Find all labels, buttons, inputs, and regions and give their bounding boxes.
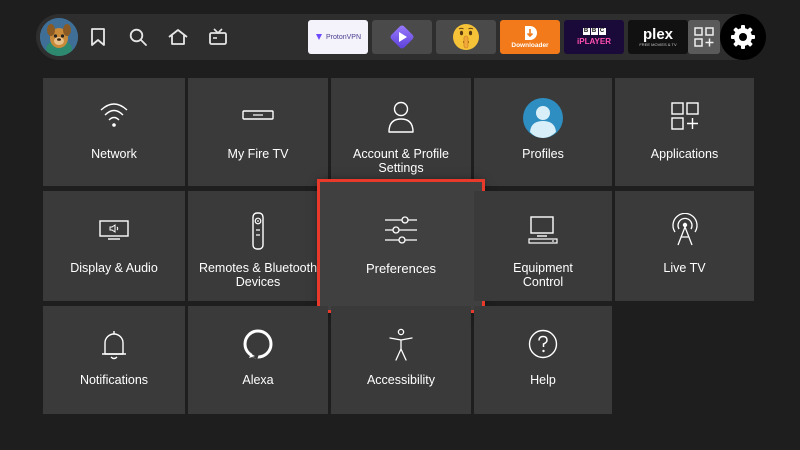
tile-label: Alexa [242,373,274,387]
tile-label: Preferences [365,261,437,276]
fire-tv-settings-screen: ProtonVPN Downloader B B C iPLAYER plex … [0,0,800,450]
tile-notifications[interactable]: Notifications [43,306,185,414]
app-library-tile[interactable] [688,20,720,54]
bell-icon [43,328,185,362]
tile-accessibility[interactable]: Accessibility [331,306,471,414]
display-audio-icon [43,219,185,241]
tile-label: My Fire TV [227,147,289,161]
tile-label-line-1: Equipment [513,261,573,275]
tile-applications[interactable]: Applications [615,78,754,186]
tile-label: Equipment Control [478,261,608,289]
downloader-icon [525,26,537,40]
help-question-icon [474,328,612,360]
sliders-icon [320,215,482,245]
tile-label-line-1: Remotes & Bluetooth [198,261,318,275]
shushing-face-icon [453,24,479,50]
tile-profiles[interactable]: Profiles [474,78,612,186]
fire-tv-device-icon [188,108,328,122]
play-diamond-icon [390,25,414,49]
alexa-icon [188,328,328,360]
tile-remotes-bluetooth-devices[interactable]: Remotes & Bluetooth Devices [188,191,328,301]
antenna-icon [615,213,754,247]
gear-icon [731,25,755,49]
app-library-icon [694,27,714,47]
bookmark-icon[interactable] [86,25,110,49]
downloader-label: Downloader [511,42,549,49]
tile-label-line-2: Settings [378,161,424,175]
tile-label: Help [530,373,556,387]
tile-label: Live TV [663,261,706,275]
tile-network[interactable]: Network [43,78,185,186]
profile-avatar-icon [474,98,612,138]
tile-label: Accessibility [366,373,436,387]
settings-gear-button[interactable] [720,14,766,60]
live-tv-icon[interactable] [206,25,230,49]
tile-label: Network [91,147,137,161]
tile-label: Notifications [79,373,149,387]
tile-my-fire-tv[interactable]: My Fire TV [188,78,328,186]
tile-label-line-2: Control [522,275,564,289]
tile-equipment-control[interactable]: Equipment Control [474,191,612,301]
tile-label: Applications [650,147,719,161]
tile-label-line-2: Devices [235,275,281,289]
iplayer-label: iPLAYER [577,37,611,46]
player-app-tile[interactable] [372,20,432,54]
bbc-logo: B B C [582,28,606,35]
accessibility-icon [331,328,471,362]
protonvpn-app-tile[interactable]: ProtonVPN [308,20,368,54]
tile-account-profile-settings[interactable]: Account & Profile Settings [331,78,471,186]
shush-app-tile[interactable] [436,20,496,54]
equipment-icon [474,215,612,245]
tile-label: Display & Audio [70,261,158,275]
protonvpn-icon [315,34,322,40]
home-icon[interactable] [166,25,190,49]
plex-sub-label: FREE MOVIES & TV [639,42,677,47]
downloader-app-tile[interactable]: Downloader [500,20,560,54]
tile-preferences[interactable]: Preferences [317,179,485,313]
tile-alexa[interactable]: Alexa [188,306,328,414]
bbc-iplayer-app-tile[interactable]: B B C iPLAYER [564,20,624,54]
avatar[interactable] [40,18,78,56]
applications-grid-icon [615,101,754,131]
remote-icon [188,211,328,251]
plex-label: plex [642,26,673,43]
tile-label: Remotes & Bluetooth Devices [192,261,324,289]
tile-display-audio[interactable]: Display & Audio [43,191,185,301]
wifi-icon [43,100,185,130]
tile-live-tv[interactable]: Live TV [615,191,754,301]
protonvpn-label: ProtonVPN [325,33,362,41]
tile-label-line-1: Account & Profile [353,147,449,161]
plex-app-tile[interactable]: plex FREE MOVIES & TV [628,20,688,54]
search-icon[interactable] [126,25,150,49]
tile-label: Account & Profile Settings [335,147,467,175]
top-navigation-bar: ProtonVPN Downloader B B C iPLAYER plex … [36,14,766,60]
person-icon [331,100,471,134]
tile-help[interactable]: Help [474,306,612,414]
tile-label: Profiles [522,147,564,161]
